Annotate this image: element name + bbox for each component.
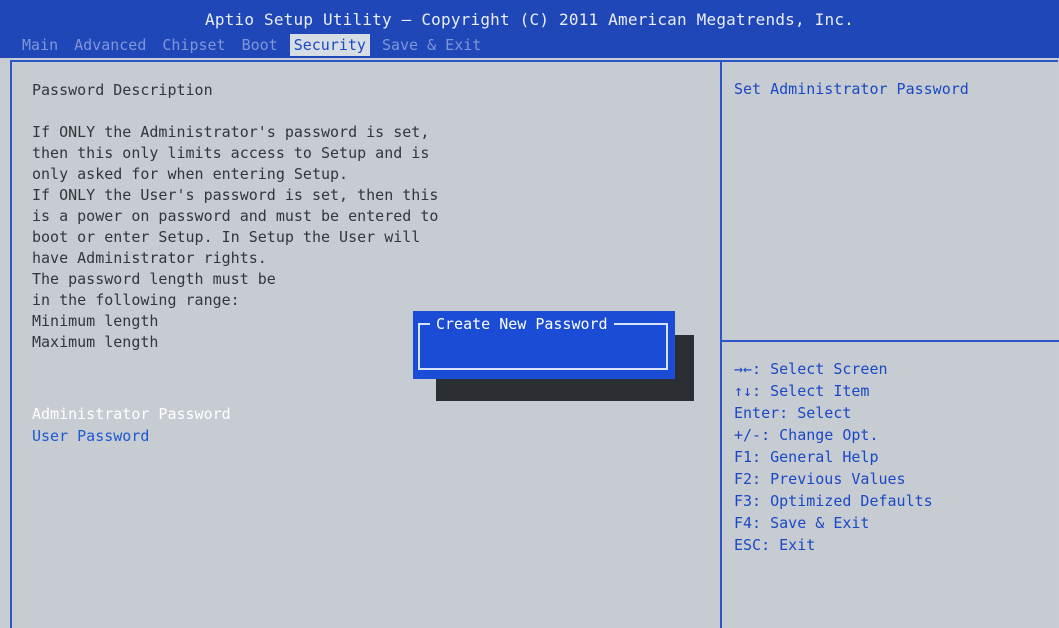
tab-advanced[interactable]: Advanced <box>70 34 150 56</box>
key-select-screen: →←: Select Screen <box>734 360 888 378</box>
description-line: in the following range: <box>32 291 240 309</box>
administrator-password-item[interactable]: Administrator Password <box>32 403 231 425</box>
key-enter-select: Enter: Select <box>734 404 852 422</box>
key-change-opt: +/-: Change Opt. <box>734 426 879 444</box>
description-line: boot or enter Setup. In Setup the User w… <box>32 228 421 246</box>
tab-save-exit[interactable]: Save & Exit <box>378 34 485 56</box>
item-help-text: Set Administrator Password <box>734 80 969 98</box>
description-line: If ONLY the Administrator's password is … <box>32 123 430 141</box>
key-previous-values: F2: Previous Values <box>734 470 906 488</box>
key-save-exit: F4: Save & Exit <box>734 514 870 532</box>
tab-bar: Main Advanced Chipset Boot Security Save… <box>18 34 485 56</box>
header-bar: Aptio Setup Utility – Copyright (C) 2011… <box>0 0 1059 58</box>
horizontal-divider <box>722 340 1059 342</box>
key-legend: →←: Select Screen ↑↓: Select Item Enter:… <box>734 358 933 556</box>
tab-boot[interactable]: Boot <box>238 34 282 56</box>
description-line: The password length must be <box>32 270 276 288</box>
description-line: only asked for when entering Setup. <box>32 165 349 183</box>
tab-security[interactable]: Security <box>289 34 370 56</box>
window-title: Aptio Setup Utility – Copyright (C) 2011… <box>205 10 854 29</box>
tab-main[interactable]: Main <box>18 34 62 56</box>
user-password-item[interactable]: User Password <box>32 425 231 447</box>
description-line: then this only limits access to Setup an… <box>32 144 430 162</box>
key-select-item: ↑↓: Select Item <box>734 382 870 400</box>
security-menu: Administrator Password User Password <box>32 403 231 447</box>
description-line: is a power on password and must be enter… <box>32 207 439 225</box>
description-heading: Password Description <box>32 81 213 99</box>
tab-chipset[interactable]: Chipset <box>158 34 229 56</box>
description-line: have Administrator rights. <box>32 249 267 267</box>
dialog-title: Create New Password <box>430 314 614 334</box>
vertical-divider <box>720 60 722 628</box>
key-esc-exit: ESC: Exit <box>734 536 816 554</box>
description-line: If ONLY the User's password is set, then… <box>32 186 439 204</box>
key-general-help: F1: General Help <box>734 448 879 466</box>
key-optimized-defaults: F3: Optimized Defaults <box>734 492 933 510</box>
